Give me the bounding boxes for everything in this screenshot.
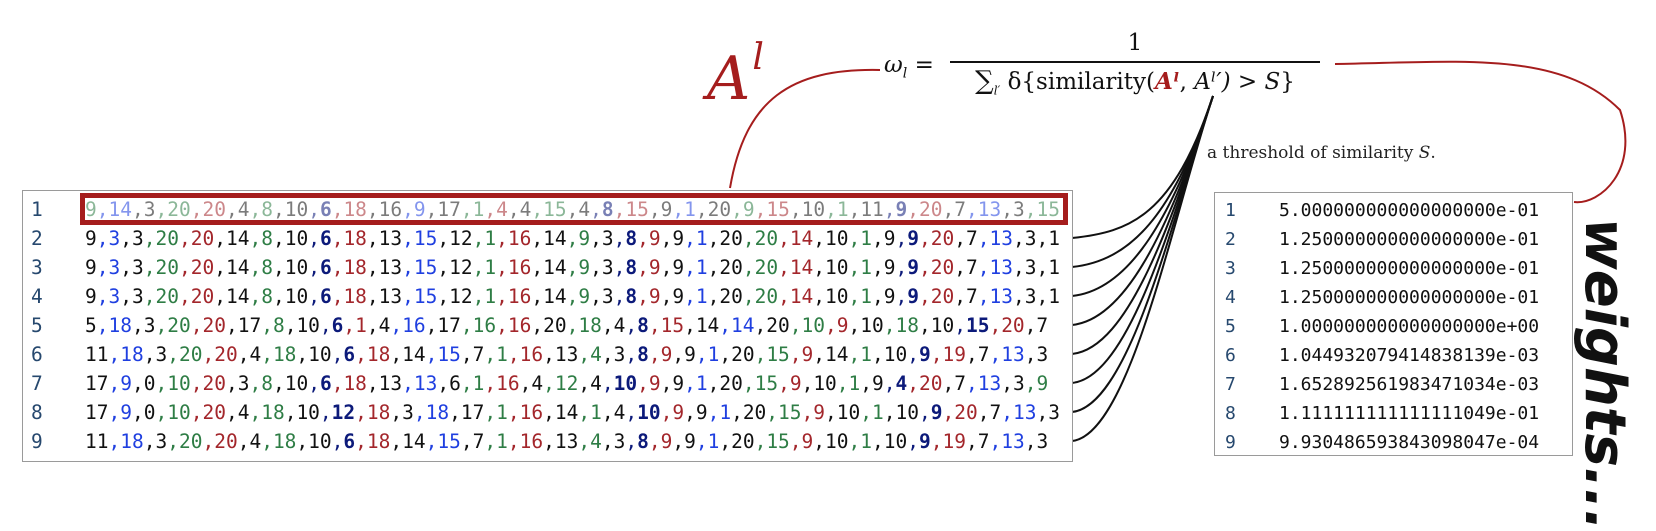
weight-row: 4 1.250000000000000000e-01 bbox=[1215, 283, 1572, 312]
weights-panel: 1 5.000000000000000000e-01 2 1.250000000000… bbox=[1214, 192, 1573, 456]
sequence-row: 7 17,9,0,10,20,3,8,10,6,18,13,13,6,1,16,4… bbox=[23, 369, 1072, 398]
line-number: 1 bbox=[31, 198, 43, 221]
sequence-row: 9 11,18,3,20,20,4,18,10,6,18,14,15,7,1,16… bbox=[23, 427, 1072, 456]
sequence-text: 11,18,3,20,20,4,18,10,6,18,14,15,7,1,16,… bbox=[85, 343, 1049, 366]
sequence-text: 17,9,0,10,20,4,18,10,12,18,3,18,17,1,16,… bbox=[85, 401, 1060, 424]
weight-value: 1.250000000000000000e-01 bbox=[1279, 287, 1540, 308]
sequence-text: 11,18,3,20,20,4,18,10,6,18,14,15,7,1,16,… bbox=[85, 430, 1049, 453]
threshold-caption: a threshold of similarity S. bbox=[1207, 143, 1436, 163]
formula-lhs: ωl = bbox=[884, 52, 934, 82]
weight-value: 5.000000000000000000e-01 bbox=[1279, 200, 1540, 221]
formula-denominator: ∑l′ δ{similarity(Aˡ, Aˡ′) > S} bbox=[975, 65, 1295, 98]
weight-row: 1 5.000000000000000000e-01 bbox=[1215, 196, 1572, 225]
line-number: 8 bbox=[1225, 403, 1236, 424]
line-number: 7 bbox=[31, 372, 43, 395]
weights-label: weights... bbox=[1572, 218, 1637, 531]
weight-row: 8 1.111111111111111049e-01 bbox=[1215, 399, 1572, 428]
weight-row: 6 1.044932079414838139e-03 bbox=[1215, 341, 1572, 370]
line-number: 9 bbox=[1225, 432, 1236, 453]
fan-line bbox=[1071, 95, 1214, 384]
a-l-label: Al bbox=[707, 37, 764, 114]
weights-connector bbox=[1334, 60, 1627, 204]
weight-value: 1.250000000000000000e-01 bbox=[1279, 258, 1540, 279]
line-number: 1 bbox=[1225, 200, 1236, 221]
sequence-text: 9,3,3,20,20,14,8,10,6,18,13,15,12,1,16,1… bbox=[85, 227, 1060, 250]
sequence-row: 2 9,3,3,20,20,14,8,10,6,18,13,15,12,1,16,… bbox=[23, 224, 1072, 253]
line-number: 6 bbox=[31, 343, 43, 366]
line-number: 2 bbox=[31, 227, 43, 250]
weight-value: 1.111111111111111049e-01 bbox=[1279, 403, 1540, 424]
line-number: 4 bbox=[31, 285, 43, 308]
similarity-fan bbox=[1071, 95, 1214, 442]
sequence-text: 17,9,0,10,20,3,8,10,6,18,13,13,6,1,16,4,… bbox=[85, 372, 1049, 395]
weight-row: 9 9.930486593843098047e-04 bbox=[1215, 428, 1572, 455]
weight-value: 1.250000000000000000e-01 bbox=[1279, 229, 1540, 250]
weight-value: 1.044932079414838139e-03 bbox=[1279, 345, 1540, 366]
formula-numerator: 1 bbox=[1127, 30, 1143, 56]
fan-line bbox=[1071, 95, 1214, 268]
sequence-row: 5 5,18,3,20,20,17,8,10,6,1,4,16,17,16,16,… bbox=[23, 311, 1072, 340]
highlight-box-row-1 bbox=[80, 193, 1068, 225]
weight-row: 7 1.652892561983471034e-03 bbox=[1215, 370, 1572, 399]
formula-fraction: 1 ∑l′ δ{similarity(Aˡ, Aˡ′) > S} bbox=[950, 28, 1320, 97]
line-number: 9 bbox=[31, 430, 43, 453]
sequence-row: 6 11,18,3,20,20,4,18,10,6,18,14,15,7,1,16… bbox=[23, 340, 1072, 369]
highlighted-a-l: Aˡ bbox=[1155, 67, 1180, 95]
sequence-text: 5,18,3,20,20,17,8,10,6,1,4,16,17,16,16,2… bbox=[85, 314, 1049, 337]
weight-row: 2 1.250000000000000000e-01 bbox=[1215, 225, 1572, 254]
sequence-text: 9,3,3,20,20,14,8,10,6,18,13,15,12,1,16,1… bbox=[85, 285, 1060, 308]
fan-line bbox=[1071, 95, 1214, 413]
line-number: 7 bbox=[1225, 374, 1236, 395]
line-number: 8 bbox=[31, 401, 43, 424]
line-number: 5 bbox=[31, 314, 43, 337]
sequence-row: 8 17,9,0,10,20,4,18,10,12,18,3,18,17,1,16… bbox=[23, 398, 1072, 427]
weight-value: 1.652892561983471034e-03 bbox=[1279, 374, 1540, 395]
weight-value: 9.930486593843098047e-04 bbox=[1279, 432, 1540, 453]
sequence-panel: 1 9,14,3,20,20,4,8,10,6,18,16,9,17,1,4,4,… bbox=[22, 190, 1073, 462]
weight-row: 5 1.000000000000000000e+00 bbox=[1215, 312, 1572, 341]
weight-value: 1.000000000000000000e+00 bbox=[1279, 316, 1540, 337]
sequence-row: 3 9,3,3,20,20,14,8,10,6,18,13,15,12,1,16,… bbox=[23, 253, 1072, 282]
line-number: 5 bbox=[1225, 316, 1236, 337]
fraction-bar bbox=[950, 61, 1320, 63]
line-number: 3 bbox=[1225, 258, 1236, 279]
sequence-text: 9,3,3,20,20,14,8,10,6,18,13,15,12,1,16,1… bbox=[85, 256, 1060, 279]
line-number: 4 bbox=[1225, 287, 1236, 308]
weight-row: 3 1.250000000000000000e-01 bbox=[1215, 254, 1572, 283]
line-number: 6 bbox=[1225, 345, 1236, 366]
line-number: 3 bbox=[31, 256, 43, 279]
sequence-row: 4 9,3,3,20,20,14,8,10,6,18,13,15,12,1,16,… bbox=[23, 282, 1072, 311]
line-number: 2 bbox=[1225, 229, 1236, 250]
